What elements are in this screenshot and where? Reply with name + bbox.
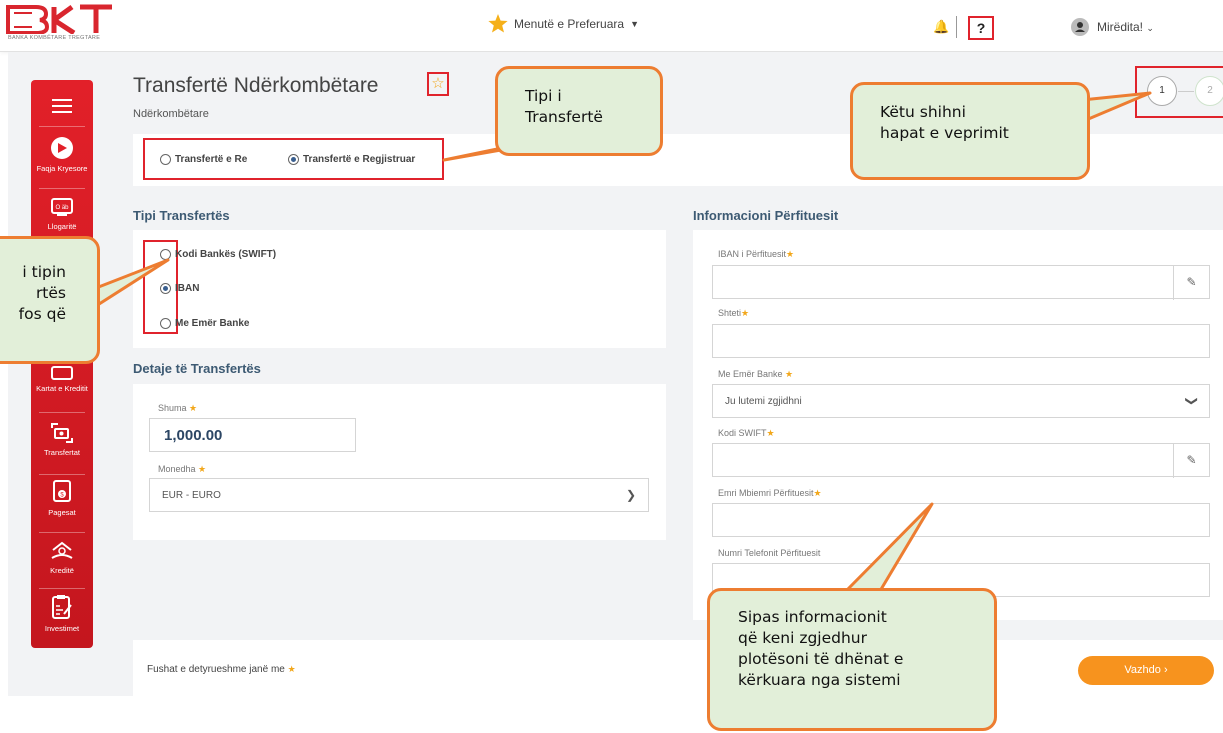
callout-line: i tipin <box>22 263 66 281</box>
callout-line: rtës <box>35 284 66 302</box>
callout-steps: Këtu shihni hapat e veprimit <box>850 82 1090 180</box>
callout-fill-info: Sipas informacionit që keni zgjedhur plo… <box>707 588 997 731</box>
callout-line: Këtu shihni <box>880 103 966 121</box>
callout-line: fos që <box>18 305 66 323</box>
callout-pointer <box>844 502 934 593</box>
callout-transfer-type: Tipi i Transfertë <box>495 66 663 156</box>
callout-line: Transfertë <box>525 108 603 126</box>
callout-line: kërkuara nga sistemi <box>738 671 901 689</box>
callout-line: Sipas informacionit <box>738 608 887 626</box>
callout-line: plotësoni të dhënat e <box>738 650 904 668</box>
callout-line: hapat e veprimit <box>880 124 1009 142</box>
callout-pointer <box>94 258 170 308</box>
callout-pointer <box>1080 91 1152 122</box>
callout-line: që keni zgjedhur <box>738 629 867 647</box>
callout-choose-type: i tipin rtës fos që <box>0 236 100 364</box>
callout-line: Tipi i <box>525 87 562 105</box>
